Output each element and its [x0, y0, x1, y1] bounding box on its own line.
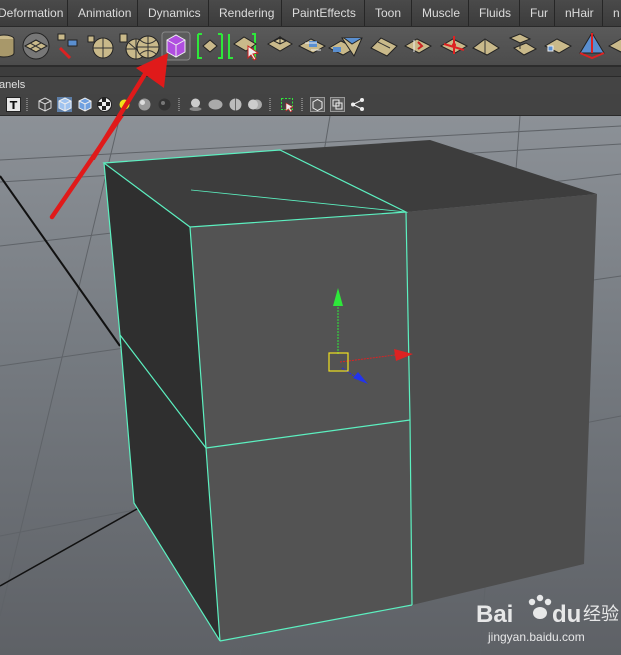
paw-icon [528, 594, 552, 619]
world-axis-line-2 [0, 495, 161, 587]
watermark-brand: Bai [476, 601, 513, 628]
watermark-brand-2: du [552, 601, 581, 628]
polygon-cube[interactable] [102, 140, 597, 642]
watermark-url: jingyan.baidu.com [487, 630, 585, 644]
viewport-scene: Bai du 经验 jingyan.baidu.com [0, 116, 621, 655]
cube-front-face[interactable] [190, 212, 412, 641]
cube-right-face[interactable] [406, 194, 597, 605]
watermark: Bai du 经验 jingyan.baidu.com [476, 594, 619, 644]
viewport-3d[interactable]: Bai du 经验 jingyan.baidu.com [0, 116, 621, 655]
watermark-cn: 经验 [583, 604, 619, 625]
annotation-arrow-head [89, 53, 168, 160]
